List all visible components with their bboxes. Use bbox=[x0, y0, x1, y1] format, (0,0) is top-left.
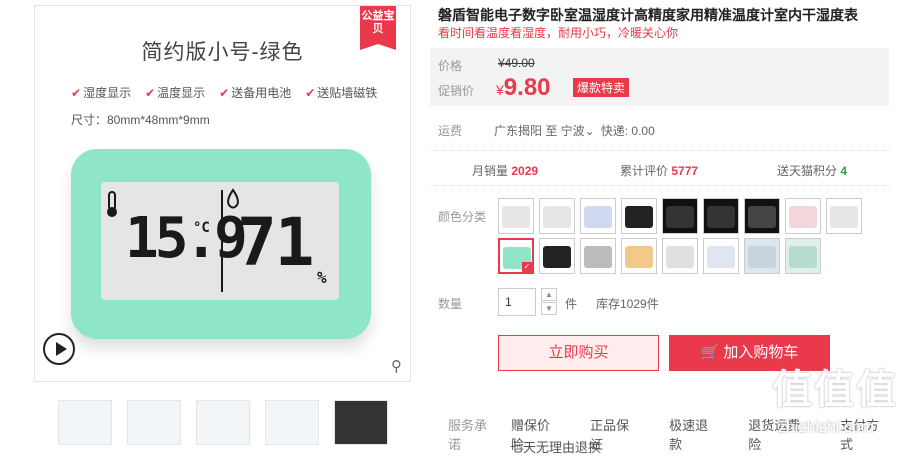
humidity-percent: % bbox=[317, 268, 327, 287]
price-panel: 价格 ¥49.00 促销价 ¥9.80 爆款特卖 bbox=[430, 48, 889, 106]
color-swatch[interactable] bbox=[621, 198, 657, 234]
swatch-image bbox=[707, 246, 735, 268]
swatch-image bbox=[707, 206, 735, 228]
stats-bar: 月销量 2029 累计评价 5777 送天猫积分 4 bbox=[430, 150, 889, 186]
promo-tag: 爆款特卖 bbox=[573, 78, 630, 97]
thumbnail[interactable] bbox=[196, 400, 250, 445]
color-swatch[interactable] bbox=[703, 238, 739, 274]
swatch-image bbox=[748, 246, 776, 268]
shipping-route[interactable]: 广东揭阳 至 宁波⌄ bbox=[494, 122, 595, 139]
color-swatch[interactable] bbox=[498, 238, 534, 274]
thermometer-icon bbox=[107, 191, 117, 217]
color-option-label: 颜色分类 bbox=[438, 210, 487, 224]
feature-item: ✔ 温度显示 bbox=[145, 86, 206, 100]
hygrometer-device: 15.9 °C 71 % bbox=[71, 149, 371, 339]
price-label: 价格 bbox=[438, 59, 463, 73]
swatch-image bbox=[584, 206, 612, 228]
color-swatch[interactable] bbox=[744, 238, 780, 274]
color-swatch[interactable] bbox=[744, 198, 780, 234]
color-swatch[interactable] bbox=[621, 238, 657, 274]
quantity-increase-button[interactable]: ▲ bbox=[541, 288, 557, 301]
product-image-title: 简约版小号-绿色 bbox=[141, 41, 304, 64]
swatch-image bbox=[503, 247, 531, 269]
shipping-row: 运费 广东揭阳 至 宁波⌄ 快递: 0.00 bbox=[438, 122, 655, 139]
shipping-fee: 快递: 0.00 bbox=[600, 124, 655, 138]
color-swatch[interactable] bbox=[785, 198, 821, 234]
size-text: 尺寸：80mm*48mm*9mm bbox=[71, 113, 210, 127]
monthly-sales: 月销量 2029 bbox=[472, 164, 539, 178]
swatch-image bbox=[789, 206, 817, 228]
color-swatch[interactable] bbox=[826, 198, 862, 234]
cart-icon: 🛒 bbox=[700, 344, 720, 361]
check-icon: ✔ bbox=[305, 86, 316, 100]
quantity-input[interactable]: 1 bbox=[498, 288, 536, 316]
lcd-screen: 15.9 °C 71 % bbox=[101, 182, 339, 300]
original-price: ¥49.00 bbox=[498, 56, 535, 70]
thumbnail[interactable] bbox=[265, 400, 319, 445]
color-swatch[interactable] bbox=[662, 198, 698, 234]
swatch-image bbox=[830, 206, 858, 228]
feature-item: ✔ 送备用电池 bbox=[219, 86, 292, 100]
service-label: 服务承诺 bbox=[448, 418, 488, 452]
check-icon: ✔ bbox=[219, 86, 230, 100]
thumbnail[interactable] bbox=[334, 400, 388, 445]
swatch-image bbox=[625, 206, 653, 228]
promo-price-label: 促销价 bbox=[438, 84, 475, 98]
play-video-icon[interactable] bbox=[43, 333, 75, 365]
color-swatch[interactable] bbox=[498, 198, 534, 234]
service-more[interactable]: 七天无理由退换 bbox=[510, 437, 601, 456]
temperature-unit: °C bbox=[193, 220, 210, 236]
feature-list: ✔ 湿度显示 ✔ 温度显示 ✔ 送备用电池 ✔ 送贴墙磁铁 bbox=[71, 84, 377, 101]
swatch-image bbox=[625, 246, 653, 268]
thumbnail-strip bbox=[58, 400, 388, 445]
swatch-image bbox=[666, 246, 694, 268]
quantity-decrease-button[interactable]: ▼ bbox=[541, 302, 557, 315]
swatch-image bbox=[789, 246, 817, 268]
quantity-unit: 件 bbox=[565, 297, 578, 311]
main-product-image[interactable]: 公益宝贝 简约版小号-绿色 ✔ 湿度显示 ✔ 温度显示 ✔ 送备用电池 ✔ 送贴墙磁铁 … bbox=[34, 5, 411, 382]
stock-text: 库存1029件 bbox=[596, 297, 659, 311]
swatch-image bbox=[584, 246, 612, 268]
check-icon: ✔ bbox=[71, 86, 82, 100]
temperature-reading: 15.9 bbox=[125, 206, 248, 271]
service-item[interactable]: 极速退款 bbox=[669, 415, 720, 453]
quantity-label: 数量 bbox=[438, 297, 463, 311]
swatch-image bbox=[502, 206, 530, 228]
product-title: 磐盾智能电子数字卧室温湿度计高精度家用精准温度计室内干湿度表 bbox=[438, 7, 858, 23]
humidity-reading: 71 bbox=[237, 204, 314, 281]
swatch-image bbox=[543, 206, 571, 228]
color-swatch[interactable] bbox=[703, 198, 739, 234]
color-swatches bbox=[498, 198, 878, 274]
swatch-image bbox=[748, 206, 776, 228]
feature-item: ✔ 湿度显示 bbox=[71, 86, 132, 100]
color-swatch[interactable] bbox=[539, 198, 575, 234]
buy-now-button[interactable]: 立即购买 bbox=[498, 335, 659, 371]
chevron-down-icon: ⌄ bbox=[584, 124, 595, 138]
shipping-label: 运费 bbox=[438, 124, 463, 138]
color-swatch[interactable] bbox=[785, 238, 821, 274]
thumbnail[interactable] bbox=[127, 400, 181, 445]
review-count[interactable]: 累计评价 5777 bbox=[620, 162, 698, 179]
swatch-image bbox=[543, 246, 571, 268]
tmall-points: 送天猫积分 4 bbox=[777, 164, 848, 178]
feature-item: ✔ 送贴墙磁铁 bbox=[305, 86, 378, 100]
check-icon: ✔ bbox=[145, 86, 156, 100]
zoom-icon[interactable]: ⚲ bbox=[391, 357, 402, 375]
color-swatch[interactable] bbox=[580, 238, 616, 274]
color-swatch[interactable] bbox=[580, 198, 616, 234]
thumbnail[interactable] bbox=[58, 400, 112, 445]
swatch-image bbox=[666, 206, 694, 228]
watermark-site: zhizhizhi.com bbox=[778, 419, 875, 436]
color-swatch[interactable] bbox=[539, 238, 575, 274]
product-subtitle: 看时间看温度看湿度，耐用小巧，冷暖关心你 bbox=[438, 26, 679, 40]
current-price: ¥9.80 bbox=[496, 74, 551, 101]
color-swatch[interactable] bbox=[662, 238, 698, 274]
watermark-logo: 值值值 bbox=[772, 368, 898, 412]
